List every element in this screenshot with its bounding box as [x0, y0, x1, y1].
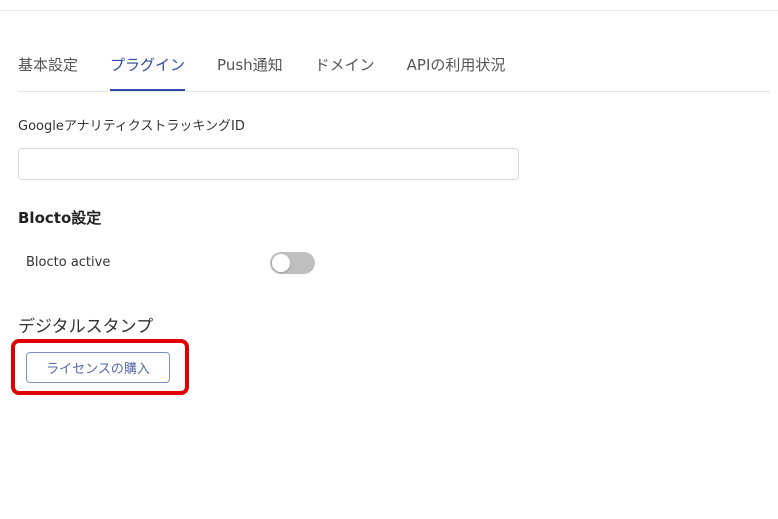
purchase-license-button[interactable]: ライセンスの購入 — [26, 352, 170, 383]
toggle-knob — [272, 254, 290, 272]
top-divider — [0, 10, 778, 11]
tab-basic-settings[interactable]: 基本設定 — [18, 44, 78, 80]
blocto-section-title: Blocto設定 — [18, 209, 102, 227]
tab-push-notifications[interactable]: Push通知 — [217, 44, 283, 80]
blocto-active-toggle[interactable] — [270, 252, 315, 274]
analytics-id-input[interactable] — [18, 148, 519, 180]
tab-domain[interactable]: ドメイン — [315, 44, 375, 80]
blocto-active-label: Blocto active — [26, 255, 111, 270]
settings-tabs: 基本設定 プラグイン Push通知 ドメイン APIの利用状況 — [18, 44, 770, 92]
tab-plugins[interactable]: プラグイン — [110, 44, 186, 91]
analytics-id-label: GoogleアナリティクストラッキングID — [18, 119, 245, 134]
tab-api-usage[interactable]: APIの利用状況 — [407, 44, 506, 80]
digital-stamp-title: デジタルスタンプ — [18, 317, 154, 337]
